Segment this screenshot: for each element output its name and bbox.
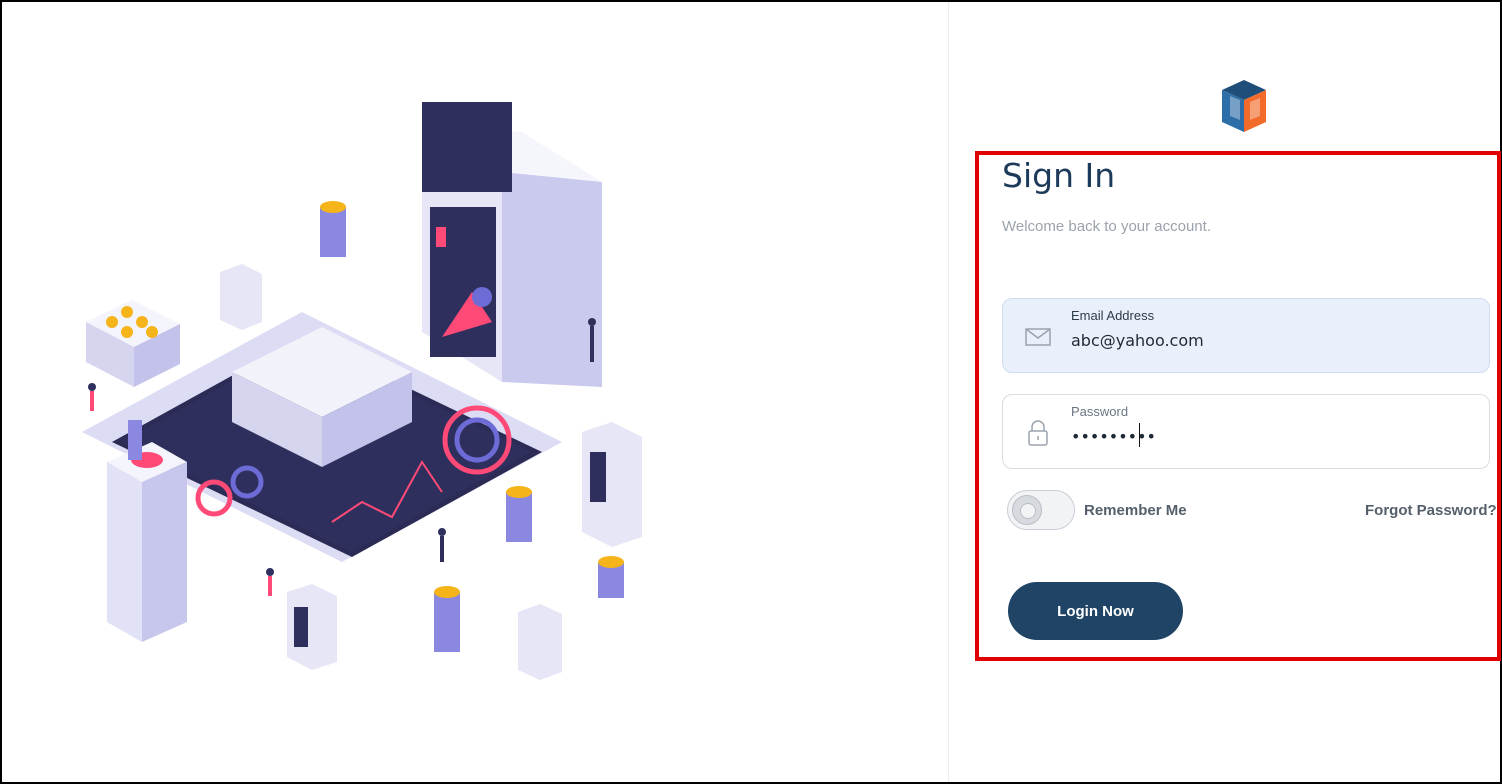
- panel-divider: [948, 2, 949, 782]
- isometric-crypto-illustration: [82, 102, 642, 680]
- email-label: Email Address: [1071, 308, 1155, 323]
- password-label: Password: [1071, 404, 1129, 419]
- remember-me-label[interactable]: Remember Me: [1084, 502, 1187, 519]
- page-title: Sign In: [1002, 156, 1116, 195]
- brand-logo-icon: [1222, 80, 1266, 132]
- forgot-password-link[interactable]: Forgot Password?: [1365, 502, 1497, 519]
- login-button[interactable]: Login Now: [1008, 582, 1183, 640]
- text-caret: [1139, 423, 1140, 447]
- password-input[interactable]: •••••••••: [1071, 427, 1471, 446]
- page-subtitle: Welcome back to your account.: [1002, 218, 1211, 235]
- email-input[interactable]: [1071, 331, 1471, 350]
- email-field[interactable]: Email Address: [1002, 298, 1490, 373]
- lock-icon: [1028, 420, 1048, 446]
- remember-me-toggle[interactable]: [1007, 490, 1075, 530]
- envelope-icon: [1025, 328, 1051, 346]
- password-field[interactable]: Password •••••••••: [1002, 394, 1490, 469]
- illustration-panel: [2, 2, 948, 782]
- toggle-knob: [1012, 495, 1042, 525]
